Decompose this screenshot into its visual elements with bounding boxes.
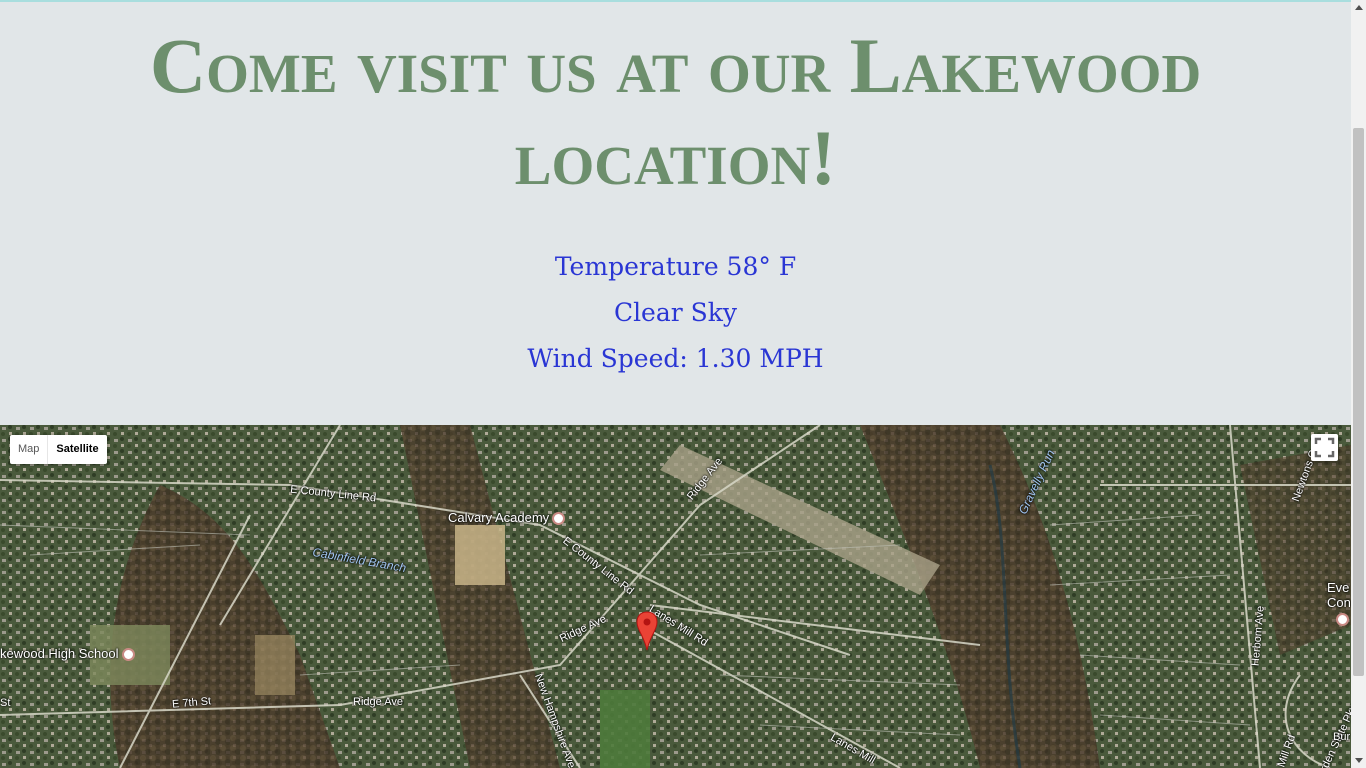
map-label-st: St (0, 697, 11, 709)
map-label-calvary-academy[interactable]: Calvary Academy (448, 510, 566, 526)
fullscreen-icon (1314, 437, 1335, 458)
school-icon (552, 512, 566, 526)
page-scrollbar[interactable] (1351, 0, 1366, 768)
map-label-ridge-ave-3: Ridge Ave (353, 696, 403, 708)
satellite-imagery (0, 425, 1351, 768)
map-label-high-school[interactable]: kewood High School (0, 646, 135, 662)
map-label-bur: Bur (1333, 731, 1351, 743)
page-heading: Come visit us at our Lakewood location! (149, 22, 1202, 201)
map-label-eve: Eve (1327, 580, 1350, 595)
weather-wind-speed: Wind Speed: 1.30 MPH (527, 344, 824, 373)
map-label-con: Con (1327, 595, 1351, 610)
weather-temperature: Temperature 58° F (554, 252, 797, 281)
scroll-up-arrow-icon[interactable] (1355, 5, 1363, 10)
scroll-down-arrow-icon[interactable] (1355, 758, 1363, 763)
map-type-control: Map Satellite (10, 435, 107, 464)
satellite-map[interactable]: E County Line Rd Calvary Academy Cabinfi… (0, 425, 1351, 768)
weather-condition: Clear Sky (613, 298, 738, 327)
map-type-satellite-button[interactable]: Satellite (48, 435, 106, 464)
school-icon (121, 648, 135, 662)
scrollbar-thumb[interactable] (1353, 128, 1364, 676)
map-type-map-button[interactable]: Map (10, 435, 49, 464)
landmark-icon[interactable] (1336, 613, 1349, 626)
top-accent-bar (0, 0, 1366, 2)
fullscreen-button[interactable] (1311, 434, 1338, 461)
